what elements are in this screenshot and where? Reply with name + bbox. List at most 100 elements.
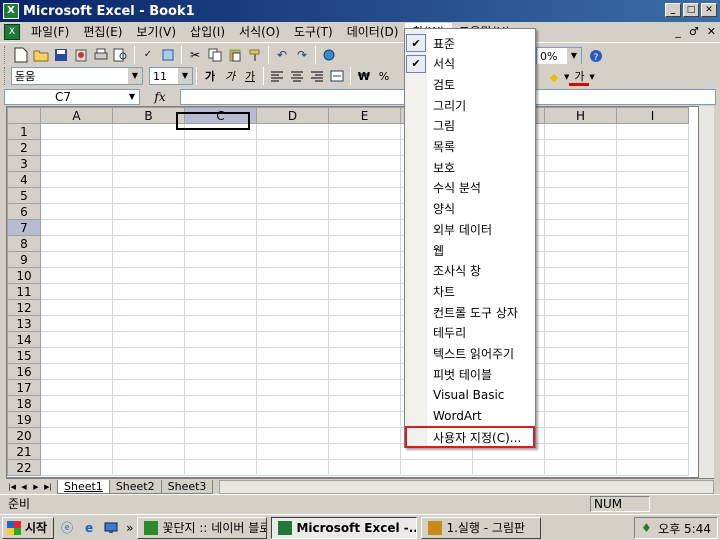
cell[interactable] — [616, 187, 689, 204]
cell[interactable] — [544, 155, 617, 172]
workbook-icon[interactable]: X — [4, 24, 20, 40]
cell[interactable] — [544, 235, 617, 252]
cell[interactable] — [328, 171, 401, 188]
vertical-scrollbar[interactable] — [698, 106, 714, 478]
menu-item[interactable]: 편집(E) — [76, 23, 129, 41]
fill-color-button[interactable]: ◆ — [544, 67, 564, 87]
toolbar-menu-item[interactable]: 외부 데이터 — [406, 219, 534, 239]
cell[interactable] — [616, 283, 689, 300]
cell[interactable] — [40, 123, 113, 140]
cell[interactable] — [112, 331, 185, 348]
cell[interactable] — [112, 363, 185, 380]
row-header[interactable]: 4 — [7, 171, 41, 188]
quicklaunch-chevron[interactable]: » — [126, 521, 133, 535]
cell[interactable] — [40, 315, 113, 332]
cell[interactable] — [256, 315, 329, 332]
cell[interactable] — [40, 459, 113, 476]
taskbar-button[interactable]: 꽃단지 :: 네이버 블로... — [137, 516, 268, 539]
cell[interactable] — [112, 347, 185, 364]
menu-item[interactable]: 보기(V) — [129, 23, 183, 41]
cell[interactable] — [256, 251, 329, 268]
cell[interactable] — [328, 347, 401, 364]
cell[interactable] — [184, 459, 257, 476]
cell[interactable] — [112, 219, 185, 236]
cell[interactable] — [544, 443, 617, 460]
cell[interactable] — [112, 123, 185, 140]
cell[interactable] — [184, 123, 257, 140]
cell[interactable] — [256, 331, 329, 348]
worksheet-grid[interactable]: ABCDEFGHI1234567891011121314151617181920… — [6, 106, 714, 478]
hyperlink-icon[interactable] — [319, 45, 339, 65]
cell[interactable] — [112, 395, 185, 412]
customize-menu-item[interactable]: 사용자 지정(C)... — [405, 426, 535, 448]
cell[interactable] — [40, 203, 113, 220]
cell[interactable] — [184, 411, 257, 428]
cell[interactable] — [472, 459, 545, 476]
toolbar-grip[interactable] — [4, 67, 8, 85]
redo-icon[interactable]: ↷ — [292, 45, 312, 65]
menu-item[interactable]: 삽입(I) — [183, 23, 232, 41]
cell[interactable] — [256, 379, 329, 396]
help-icon[interactable]: ? — [586, 46, 606, 66]
cell[interactable] — [112, 283, 185, 300]
cell[interactable] — [616, 219, 689, 236]
toolbar-grip[interactable] — [4, 45, 8, 64]
doc-restore-button[interactable]: ♂ — [689, 25, 699, 38]
toolbar-menu-item[interactable]: 그림 — [406, 116, 534, 136]
cell[interactable] — [40, 235, 113, 252]
close-button[interactable]: ✕ — [701, 3, 717, 17]
print-icon[interactable] — [91, 45, 111, 65]
merge-center-icon[interactable] — [327, 66, 347, 86]
row-header[interactable]: 5 — [7, 187, 41, 204]
cell[interactable] — [112, 139, 185, 156]
row-header[interactable]: 17 — [7, 379, 41, 396]
cell[interactable] — [184, 171, 257, 188]
toolbar-menu-item[interactable]: 양식 — [406, 199, 534, 219]
toolbar-menu-item[interactable]: 컨트롤 도구 상자 — [406, 302, 534, 322]
cell[interactable] — [184, 139, 257, 156]
cell[interactable] — [184, 299, 257, 316]
font-color-button[interactable]: 가 — [569, 68, 590, 86]
cell[interactable] — [328, 219, 401, 236]
cell[interactable] — [616, 235, 689, 252]
cell[interactable] — [328, 139, 401, 156]
cell[interactable] — [616, 251, 689, 268]
cell[interactable] — [184, 395, 257, 412]
cell[interactable] — [616, 315, 689, 332]
cell[interactable] — [544, 459, 617, 476]
cell[interactable] — [184, 219, 257, 236]
cell[interactable] — [112, 427, 185, 444]
cell[interactable] — [328, 411, 401, 428]
cell[interactable] — [40, 139, 113, 156]
cell[interactable] — [544, 187, 617, 204]
cell[interactable] — [256, 363, 329, 380]
cell[interactable] — [40, 443, 113, 460]
taskbar-button[interactable]: 1.실행 - 그림판 — [421, 516, 542, 539]
cell[interactable] — [616, 443, 689, 460]
cell[interactable] — [544, 347, 617, 364]
start-button[interactable]: 시작 — [2, 516, 55, 539]
cell[interactable] — [112, 411, 185, 428]
cell[interactable] — [112, 235, 185, 252]
cell[interactable] — [112, 379, 185, 396]
row-header[interactable]: 20 — [7, 427, 41, 444]
save-icon[interactable] — [51, 45, 71, 65]
column-header[interactable]: H — [544, 107, 617, 124]
prev-sheet-icon[interactable]: ◀ — [18, 480, 30, 494]
row-header[interactable]: 3 — [7, 155, 41, 172]
paste-icon[interactable] — [225, 45, 245, 65]
cell[interactable] — [112, 267, 185, 284]
cell[interactable] — [616, 123, 689, 140]
minimize-button[interactable]: _ — [665, 3, 681, 17]
cell[interactable] — [616, 139, 689, 156]
cell[interactable] — [616, 411, 689, 428]
row-header[interactable]: 19 — [7, 411, 41, 428]
cell[interactable] — [184, 283, 257, 300]
toolbar-menu-item[interactable]: 테두리 — [406, 323, 534, 343]
cell[interactable] — [616, 203, 689, 220]
cell[interactable] — [616, 171, 689, 188]
align-center-icon[interactable] — [287, 66, 307, 86]
cell[interactable] — [184, 315, 257, 332]
cell[interactable] — [616, 379, 689, 396]
cut-icon[interactable]: ✂ — [185, 45, 205, 65]
